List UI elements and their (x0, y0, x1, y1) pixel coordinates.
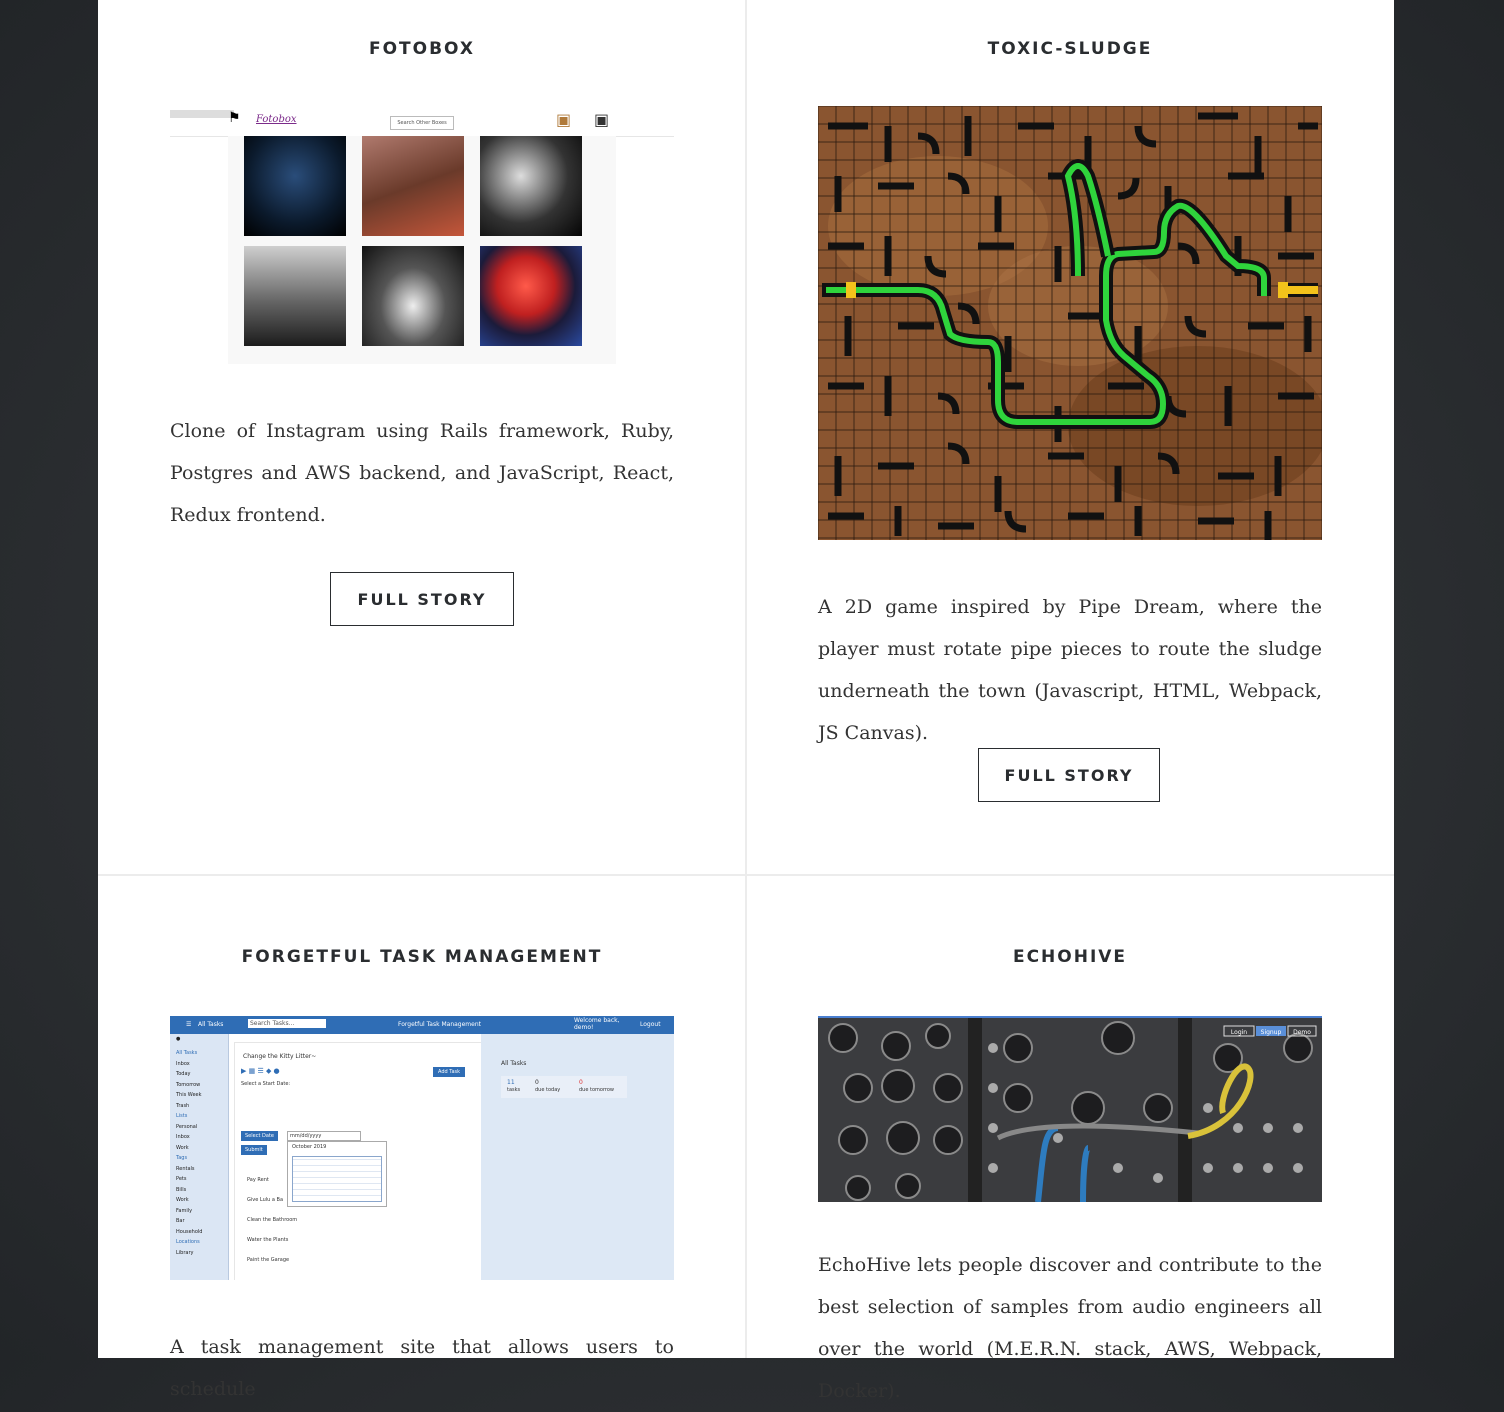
sidebar-item: Locations (176, 1239, 200, 1245)
calendar-month: October 2019 (292, 1144, 327, 1150)
screenshot-search: Search Tasks... (248, 1019, 326, 1028)
sidebar-item: Inbox (176, 1134, 190, 1140)
sidebar-item: All Tasks (176, 1050, 198, 1056)
project-title: TOXIC-SLUDGE (987, 39, 1153, 59)
task-item: Pay Rent (247, 1177, 269, 1183)
calendar-popup: October 2019 (287, 1141, 387, 1207)
sidebar-item: Trash (176, 1102, 190, 1109)
stat-count: 0 (535, 1079, 539, 1086)
project-description: A 2D game inspired by Pipe Dream, where … (818, 596, 1322, 744)
task-item: Give Lulu a Ba (247, 1197, 284, 1203)
project-screenshot[interactable] (818, 106, 1322, 540)
screenshot-topbar: ☰ All Tasks Search Tasks... Forgetful Ta… (170, 1016, 674, 1034)
pipe-game-board (818, 106, 1322, 540)
sidebar-item: Household (176, 1228, 203, 1235)
screenshot-search: Search Other Boxes (390, 116, 454, 130)
task-item: Paint the Garage (247, 1257, 290, 1263)
screenshot-app-title: Forgetful Task Management (398, 1021, 481, 1028)
screenshot-welcome: Welcome back, demo! (574, 1017, 620, 1031)
photo-tile (480, 136, 582, 236)
photo-tile (480, 246, 582, 346)
full-story-button[interactable]: FULL STORY (978, 748, 1160, 802)
signup-link: Signup (1261, 1029, 1282, 1036)
sidebar-item: Today (176, 1071, 191, 1077)
photo-tile (244, 246, 346, 346)
sidebar-item: Family (176, 1207, 193, 1214)
project-title: FORGETFUL TASK MANAGEMENT (241, 947, 603, 967)
start-date-label: Select a Start Date: (241, 1081, 291, 1087)
project-card-forgetful: FORGETFUL TASK MANAGEMENT ☰ All Tasks Se… (98, 876, 746, 1400)
task-action-icons: ▶ ▦ ☰ ◆ ● (241, 1067, 280, 1075)
date-input: mm/dd/yyyy (287, 1131, 361, 1141)
select-date-button: Select Date (241, 1131, 278, 1141)
sidebar-item: This Week (176, 1092, 202, 1098)
box-icon: ▣ (556, 110, 572, 129)
stat-count: 0 (579, 1079, 583, 1086)
sidebar-item: Inbox (176, 1060, 190, 1067)
sidebar-item: Bar (176, 1218, 185, 1224)
photo-tile (244, 136, 346, 236)
sidebar-item: Tomorrow (176, 1081, 201, 1088)
camera-icon: ▣ (594, 110, 610, 129)
project-title: ECHOHIVE (1012, 947, 1128, 967)
stat-label: due tomorrow (579, 1087, 615, 1093)
synth-modules-image: Login Signup Demo (818, 1018, 1322, 1202)
screenshot-logout: Logout (640, 1021, 661, 1028)
project-screenshot[interactable]: Login Signup Demo (818, 1016, 1322, 1202)
login-link: Login (1231, 1029, 1247, 1036)
task-item: Water the Plants (247, 1237, 289, 1243)
task-name: Change the Kitty Litter~ (243, 1053, 317, 1060)
sidebar-item: Lists (176, 1113, 188, 1119)
sludge-exit (1278, 282, 1288, 298)
project-description: Clone of Instagram using Rails framework… (170, 420, 674, 526)
screenshot-logo: Fotobox (256, 114, 297, 125)
project-description: EchoHive lets people discover and contri… (818, 1254, 1322, 1402)
summary-title: All Tasks (501, 1060, 527, 1067)
screenshot-summary-panel: All Tasks 11 tasks 0 due today 0 due tom… (481, 1034, 674, 1280)
photo-grid (228, 136, 616, 364)
screenshot-strip (170, 110, 234, 118)
camera-icon: ⚑ (228, 110, 241, 126)
sidebar-item: Library (176, 1249, 194, 1256)
add-task-button: Add Task (433, 1067, 466, 1077)
sludge-source (846, 282, 856, 298)
summary-stats: 11 tasks 0 due today 0 due tomorrow (501, 1076, 627, 1098)
project-card-fotobox: FOTOBOX ⚑ Fotobox Search Other Boxes ▣ ▣ (98, 0, 746, 874)
stat-count: 11 (507, 1079, 515, 1086)
project-title: FOTOBOX (368, 39, 476, 59)
sidebar-item: Tags (176, 1155, 188, 1161)
stat-label: tasks (507, 1087, 521, 1093)
task-item: Clean the Bathroom (247, 1217, 298, 1223)
menu-icon: ☰ (186, 1021, 192, 1028)
project-card-toxic-sludge: TOXIC-SLUDGE A 2D game inspired by Pipe … (746, 0, 1394, 874)
sidebar-item: Work (176, 1197, 189, 1203)
project-description: A task management site that allows users… (170, 1336, 674, 1400)
project-card-echohive: ECHOHIVE Login Signup Demo EchoHive lets… (746, 876, 1394, 1402)
portfolio-page: FOTOBOX ⚑ Fotobox Search Other Boxes ▣ ▣ (98, 0, 1394, 1402)
sidebar-item: Pets (176, 1176, 187, 1182)
full-story-button[interactable]: FULL STORY (330, 572, 514, 626)
screenshot-navbar: ⚑ Fotobox Search Other Boxes ▣ ▣ (170, 106, 674, 137)
brain-icon: ● (176, 1036, 181, 1042)
sidebar-item: Bills (176, 1186, 187, 1193)
project-screenshot[interactable]: ⚑ Fotobox Search Other Boxes ▣ ▣ (170, 106, 674, 366)
sidebar-item: Work (176, 1144, 189, 1151)
project-screenshot[interactable]: ☰ All Tasks Search Tasks... Forgetful Ta… (170, 1016, 674, 1280)
screenshot-task-panel: Change the Kitty Litter~ ▶ ▦ ☰ ◆ ● Selec… (234, 1042, 482, 1280)
calendar-days (292, 1156, 382, 1202)
sidebar-item: Rentals (176, 1165, 195, 1172)
screenshot-sidebar: ● All Tasks Inbox Today Tomorrow This We… (170, 1034, 229, 1280)
submit-button: Submit (241, 1145, 267, 1155)
photo-tile (362, 246, 464, 346)
screenshot-top-label: All Tasks (198, 1021, 224, 1028)
projects-grid: FOTOBOX ⚑ Fotobox Search Other Boxes ▣ ▣ (98, 0, 1394, 1402)
photo-tile (362, 136, 464, 236)
demo-link: Demo (1293, 1029, 1311, 1036)
stat-label: due today (535, 1087, 561, 1093)
sidebar-item: Personal (176, 1123, 198, 1130)
